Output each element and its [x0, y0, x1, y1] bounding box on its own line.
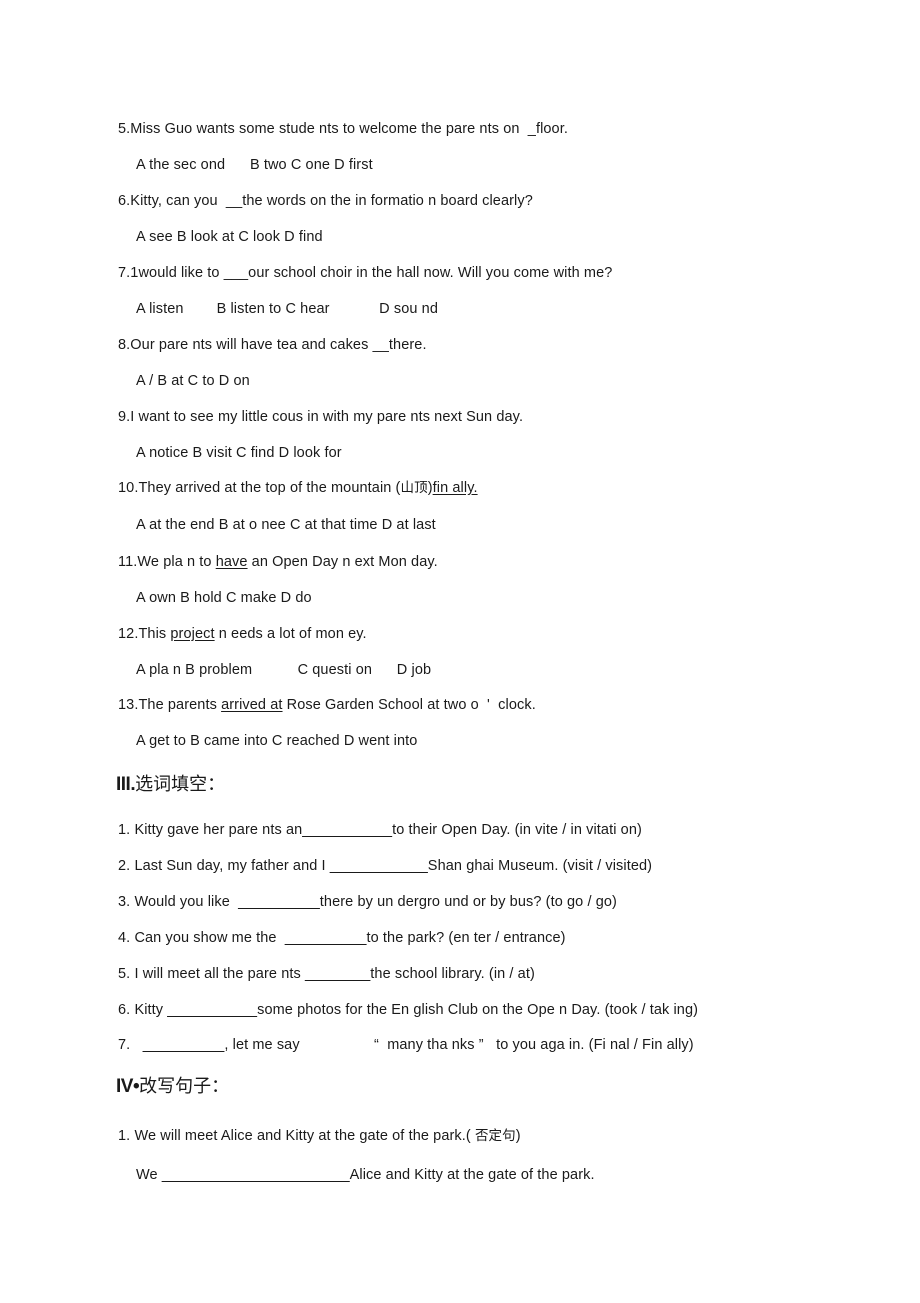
question-13: 13.The parents arrived at Rose Garden Sc…: [118, 695, 536, 715]
fill-item-3: 3. Would you like __________there by un …: [118, 892, 617, 912]
fill-item-4-number: 4.: [118, 930, 131, 946]
fill-item-4-pre: Can you show me the: [134, 930, 285, 946]
rewrite-item-1-question: 1. We will meet Alice and Kitty at the g…: [118, 1126, 521, 1146]
question-5-number: 5.: [118, 121, 131, 137]
fill-item-1-number: 1.: [118, 822, 131, 838]
question-13-underlined-phrase: arrived at: [221, 697, 283, 713]
question-6-text: Kitty, can you __the words on the in for…: [130, 193, 533, 209]
fill-item-3-number: 3.: [118, 894, 131, 910]
options-9: A notice B visit C find D look for: [136, 445, 342, 461]
fill-item-2-number: 2.: [118, 858, 131, 874]
fill-item-4-post: to the park? (en ter / entrance): [366, 930, 566, 946]
fill-item-7-number: 7.: [118, 1037, 131, 1053]
question-11-text-pre: We pla n to: [137, 554, 216, 570]
options-11: A own B hold C make D do: [136, 590, 312, 606]
question-13-text-post: Rose Garden School at two o ' clock.: [282, 697, 536, 713]
question-11-text-post: an Open Day n ext Mon day.: [247, 554, 438, 570]
fill-item-3-pre: Would you like: [134, 894, 239, 910]
fill-item-3-post: there by un dergro und or by bus? (to go…: [319, 894, 617, 910]
question-10-underlined-phrase: fin ally.: [432, 480, 478, 496]
fill-item-1-blank[interactable]: ___________: [302, 822, 392, 838]
section-four-numeral: IV•: [116, 1076, 140, 1097]
question-10-number: 10.: [118, 480, 139, 496]
options-7: A listen B listen to C hear D sou nd: [136, 301, 438, 317]
fill-item-5: 5. I will meet all the pare nts ________…: [118, 964, 535, 984]
question-5-text: Miss Guo wants some stude nts to welcome…: [130, 121, 568, 137]
rewrite-item-1-answer: We _______________________Alice and Kitt…: [136, 1165, 595, 1185]
question-12-text-post: n eeds a lot of mon ey.: [214, 626, 367, 642]
rewrite-item-1-answer-post: Alice and Kitty at the gate of the park.: [349, 1167, 595, 1183]
fill-item-7-pre: [134, 1037, 142, 1053]
rewrite-item-1-answer-pre: We: [136, 1167, 162, 1183]
options-6: A see B look at C look D find: [136, 229, 323, 245]
question-10-text-pre: They arrived at the top of the mountain …: [138, 480, 401, 496]
question-7-text: would like to ___our school choir in the…: [138, 265, 613, 281]
question-7-number: 7.1: [118, 265, 139, 281]
section-four-heading: IV•改写句子：: [116, 1074, 229, 1099]
fill-item-2: 2. Last Sun day, my father and I _______…: [118, 856, 652, 876]
fill-item-1-pre: Kitty gave her pare nts an: [134, 822, 303, 838]
question-10: 10.They arrived at the top of the mounta…: [118, 478, 478, 498]
options-10: A at the end B at o nee C at that time D…: [136, 517, 436, 533]
rewrite-item-1-number: 1.: [118, 1128, 131, 1144]
fill-item-4-blank[interactable]: __________: [285, 930, 367, 946]
fill-item-4: 4. Can you show me the __________to the …: [118, 928, 566, 948]
fill-item-6-blank[interactable]: ___________: [167, 1002, 257, 1018]
fill-item-5-post: the school library. (in / at): [370, 966, 535, 982]
question-6-number: 6.: [118, 193, 131, 209]
question-12-text-pre: This: [138, 626, 171, 642]
question-7: 7.1would like to ___our school choir in …: [118, 263, 612, 283]
fill-item-7-post: , let me say “ many tha nks ” to you aga…: [224, 1037, 694, 1053]
fill-item-3-blank[interactable]: __________: [238, 894, 320, 910]
fill-item-2-pre: Last Sun day, my father and I: [134, 858, 330, 874]
fill-item-2-post: Shan ghai Museum. (visit / visited): [427, 858, 653, 874]
options-13: A get to B came into C reached D went in…: [136, 733, 418, 749]
fill-item-7-blank[interactable]: __________: [143, 1037, 225, 1053]
worksheet-page: 5.Miss Guo wants some stude nts to welco…: [0, 0, 920, 1303]
fill-item-2-blank[interactable]: ____________: [330, 858, 428, 874]
fill-item-1-post: to their Open Day. (in vite / in vitati …: [392, 822, 642, 838]
question-8: 8.Our pare nts will have tea and cakes _…: [118, 335, 427, 355]
question-5: 5.Miss Guo wants some stude nts to welco…: [118, 119, 568, 139]
question-9-number: 9.: [118, 409, 131, 425]
question-8-number: 8.: [118, 337, 131, 353]
options-5: A the sec ond B two C one D first: [136, 157, 373, 173]
options-8: A / B at C to D on: [136, 373, 250, 389]
question-11: 11.We pla n to have an Open Day n ext Mo…: [118, 552, 438, 572]
fill-item-7: 7. __________, let me say “ many tha nks…: [118, 1035, 694, 1055]
question-9-text: I want to see my little cous in with my …: [130, 409, 524, 425]
question-6: 6.Kitty, can you __the words on the in f…: [118, 191, 533, 211]
fill-item-6: 6. Kitty ___________some photos for the …: [118, 1000, 698, 1020]
question-11-number: 11.: [118, 554, 138, 570]
question-10-chinese-gloss: 山顶: [400, 480, 428, 495]
fill-item-1: 1. Kitty gave her pare nts an___________…: [118, 820, 642, 840]
question-12: 12.This project n eeds a lot of mon ey.: [118, 624, 367, 644]
section-three-heading: III.选词填空：: [116, 772, 225, 797]
question-13-text-pre: The parents: [138, 697, 222, 713]
question-12-underlined-phrase: project: [170, 626, 215, 642]
section-four-title: 改写句子：: [139, 1076, 230, 1096]
section-three-title: 选词填空：: [135, 774, 226, 794]
question-9: 9.I want to see my little cous in with m…: [118, 407, 523, 427]
fill-item-5-number: 5.: [118, 966, 131, 982]
rewrite-item-1-text-post: ): [515, 1128, 521, 1144]
fill-item-6-pre: Kitty: [134, 1002, 168, 1018]
question-12-number: 12.: [118, 626, 139, 642]
fill-item-5-pre: I will meet all the pare nts: [134, 966, 305, 982]
rewrite-item-1-answer-blank[interactable]: _______________________: [162, 1167, 350, 1183]
question-8-text: Our pare nts will have tea and cakes __t…: [130, 337, 427, 353]
fill-item-6-number: 6.: [118, 1002, 131, 1018]
section-three-numeral: III.: [116, 774, 136, 795]
rewrite-item-1-chinese-instruction: 否定句: [474, 1128, 516, 1143]
rewrite-item-1-text-pre: We will meet Alice and Kitty at the gate…: [134, 1128, 475, 1144]
options-12: A pla n B problem C questi on D job: [136, 662, 432, 678]
fill-item-6-post: some photos for the En glish Club on the…: [257, 1002, 699, 1018]
question-11-underlined-phrase: have: [215, 554, 248, 570]
question-13-number: 13.: [118, 697, 139, 713]
fill-item-5-blank[interactable]: ________: [305, 966, 370, 982]
